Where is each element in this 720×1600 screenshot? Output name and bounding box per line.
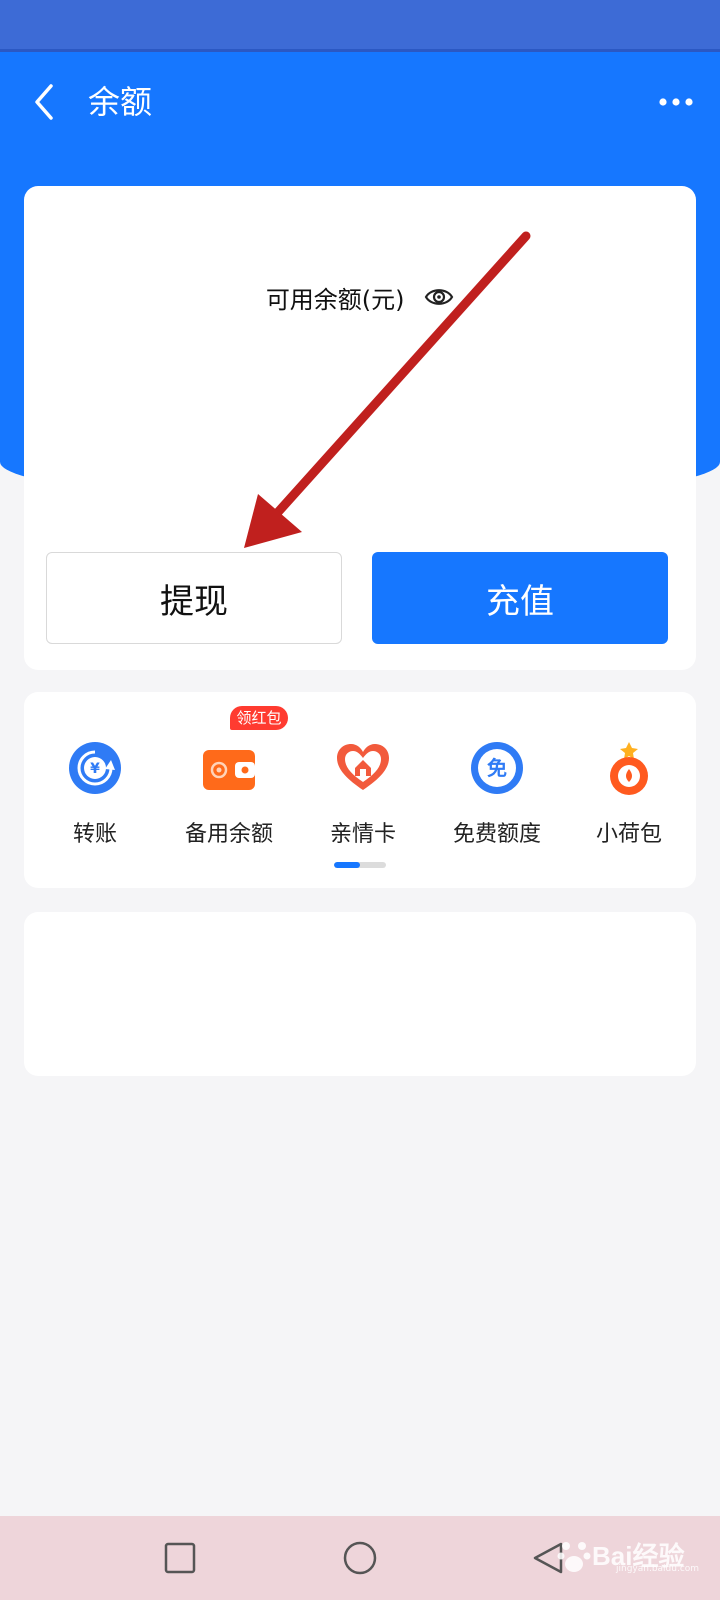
transfer-yuan-icon: ¥ [69, 742, 121, 794]
status-bar [0, 0, 720, 52]
balance-card: 可用余额(元) 提现 充值 [24, 186, 696, 670]
red-packet-badge: 领红包 [230, 706, 288, 730]
available-balance-label: 可用余额(元) [24, 282, 696, 317]
svg-text:免: 免 [487, 756, 507, 780]
services-card: ¥ 转账 备用余额 领红包 亲情卡 免 免费额度 小荷包 [24, 692, 696, 888]
watermark-url: jingyan.baidu.com [616, 1564, 700, 1574]
heart-home-icon [337, 744, 389, 790]
back-button[interactable] [24, 76, 64, 128]
service-label: 亲情卡 [329, 822, 396, 847]
service-label: 转账 [72, 822, 117, 847]
service-free-quota[interactable]: 免 免费额度 [430, 692, 564, 862]
empty-card [24, 912, 696, 1076]
services-scroll-indicator [334, 862, 386, 868]
watermark: Bai经验 jingyan.baidu.com [556, 1534, 716, 1578]
service-transfer[interactable]: ¥ 转账 [28, 692, 162, 862]
chevron-left-icon [35, 84, 53, 120]
navigation-bar: 余额 [0, 52, 720, 152]
service-family-card[interactable]: 亲情卡 [296, 692, 430, 862]
available-balance-text: 可用余额(元) [265, 286, 405, 314]
withdraw-button[interactable]: 提现 [46, 552, 342, 644]
service-label: 免费额度 [452, 822, 541, 847]
eye-icon[interactable] [424, 283, 454, 317]
wallet-icon [203, 750, 255, 790]
page-title: 余额 [88, 83, 153, 121]
more-dots-icon [659, 98, 693, 106]
circle-icon [343, 1541, 377, 1575]
purse-icon [610, 742, 648, 795]
recent-apps-button[interactable] [158, 1536, 202, 1580]
service-small-purse[interactable]: 小荷包 [562, 692, 696, 862]
service-label: 备用余额 [184, 822, 273, 847]
paw-logo-icon [557, 1542, 591, 1572]
square-icon [164, 1542, 196, 1574]
recharge-button[interactable]: 充值 [372, 552, 668, 644]
home-button[interactable] [338, 1536, 382, 1580]
more-button[interactable] [652, 82, 700, 122]
service-label: 小荷包 [595, 822, 662, 847]
scroll-indicator-thumb [334, 862, 360, 868]
svg-text:¥: ¥ [90, 761, 100, 777]
free-quota-icon: 免 [471, 742, 523, 794]
